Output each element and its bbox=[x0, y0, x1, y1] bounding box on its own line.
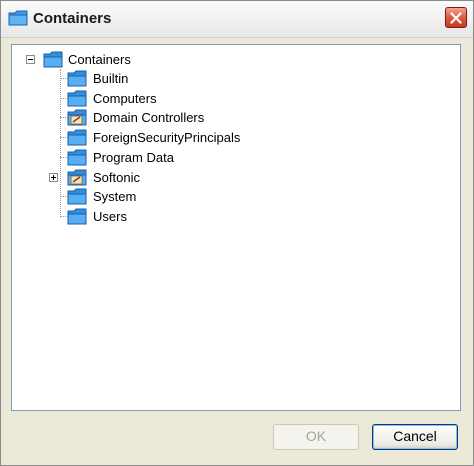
folder-icon bbox=[67, 70, 87, 87]
tree-connector bbox=[60, 69, 61, 217]
containers-dialog: Containers Containers Builtin Computers … bbox=[0, 0, 474, 466]
tree-node-label: Program Data bbox=[93, 150, 174, 165]
folder-icon bbox=[43, 51, 63, 68]
title-bar[interactable]: Containers bbox=[1, 1, 473, 38]
folder-icon bbox=[67, 90, 87, 107]
tree-node-computers[interactable]: Computers bbox=[67, 90, 317, 108]
tree-node-label: Builtin bbox=[93, 71, 129, 86]
tree-node-domain-controllers[interactable]: Domain Controllers bbox=[67, 109, 317, 127]
tree-node-program-data[interactable]: Program Data bbox=[67, 149, 317, 167]
tree-node-label: Computers bbox=[93, 91, 157, 106]
close-icon bbox=[450, 12, 462, 24]
folder-icon bbox=[67, 188, 87, 205]
tree-node-label: ForeignSecurityPrincipals bbox=[93, 130, 241, 145]
tree-node-foreignsecurityprincipals[interactable]: ForeignSecurityPrincipals bbox=[67, 129, 317, 147]
tree-node-label: Containers bbox=[68, 52, 131, 67]
container-tree[interactable]: Containers Builtin Computers Domain Cont… bbox=[11, 44, 461, 411]
folder-icon bbox=[67, 208, 87, 225]
tree-node-label: Softonic bbox=[93, 170, 140, 185]
folder-icon bbox=[67, 149, 87, 166]
close-button[interactable] bbox=[445, 7, 467, 28]
tree-node-containers[interactable]: Containers bbox=[26, 51, 226, 69]
ou-folder-icon bbox=[67, 109, 87, 126]
collapse-toggle[interactable] bbox=[26, 55, 35, 64]
folder-icon bbox=[67, 129, 87, 146]
tree-node-users[interactable]: Users bbox=[67, 208, 317, 226]
ou-folder-icon bbox=[67, 169, 87, 186]
tree-node-label: System bbox=[93, 189, 137, 204]
tree-node-system[interactable]: System bbox=[67, 188, 317, 206]
tree-node-label: Users bbox=[93, 209, 127, 224]
cancel-button[interactable]: Cancel bbox=[372, 424, 458, 450]
folder-icon bbox=[8, 10, 28, 26]
tree-node-builtin[interactable]: Builtin bbox=[67, 70, 317, 88]
window-title: Containers bbox=[33, 10, 112, 27]
tree-node-label: Domain Controllers bbox=[93, 110, 205, 125]
expand-toggle[interactable] bbox=[49, 173, 58, 182]
ok-button[interactable]: OK bbox=[273, 424, 359, 450]
tree-node-softonic[interactable]: Softonic bbox=[67, 169, 317, 187]
